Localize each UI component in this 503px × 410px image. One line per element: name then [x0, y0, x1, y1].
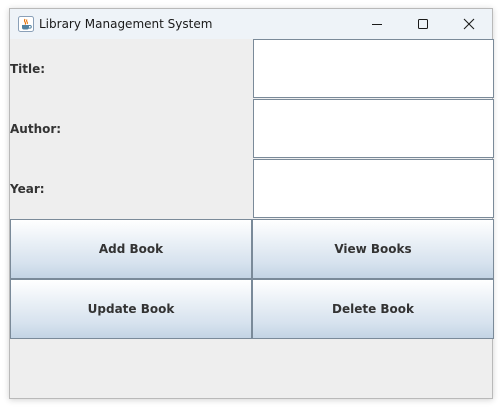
window-controls	[354, 9, 492, 39]
view-books-button[interactable]: View Books	[252, 219, 494, 279]
year-input[interactable]	[253, 159, 494, 218]
title-bar[interactable]: Library Management System	[10, 9, 492, 39]
maximize-icon	[418, 19, 428, 29]
minimize-icon	[372, 24, 382, 25]
main-panel: Title: Author: Year: Add Book View Books…	[10, 39, 494, 398]
minimize-button[interactable]	[354, 9, 400, 39]
window-title: Library Management System	[39, 17, 213, 31]
year-row: Year:	[10, 159, 494, 219]
title-row: Title:	[10, 39, 494, 99]
title-input[interactable]	[253, 39, 494, 98]
app-window: Library Management System Title: Author:…	[9, 8, 494, 399]
delete-book-button[interactable]: Delete Book	[252, 279, 494, 339]
close-button[interactable]	[446, 9, 492, 39]
author-row: Author:	[10, 99, 494, 159]
close-icon	[463, 18, 475, 30]
title-label: Title:	[10, 62, 46, 76]
maximize-button[interactable]	[400, 9, 446, 39]
author-label: Author:	[10, 122, 62, 136]
author-input[interactable]	[253, 99, 494, 158]
add-book-button[interactable]: Add Book	[10, 219, 252, 279]
year-label: Year:	[10, 182, 45, 196]
java-cup-icon	[18, 16, 34, 32]
update-book-button[interactable]: Update Book	[10, 279, 252, 339]
